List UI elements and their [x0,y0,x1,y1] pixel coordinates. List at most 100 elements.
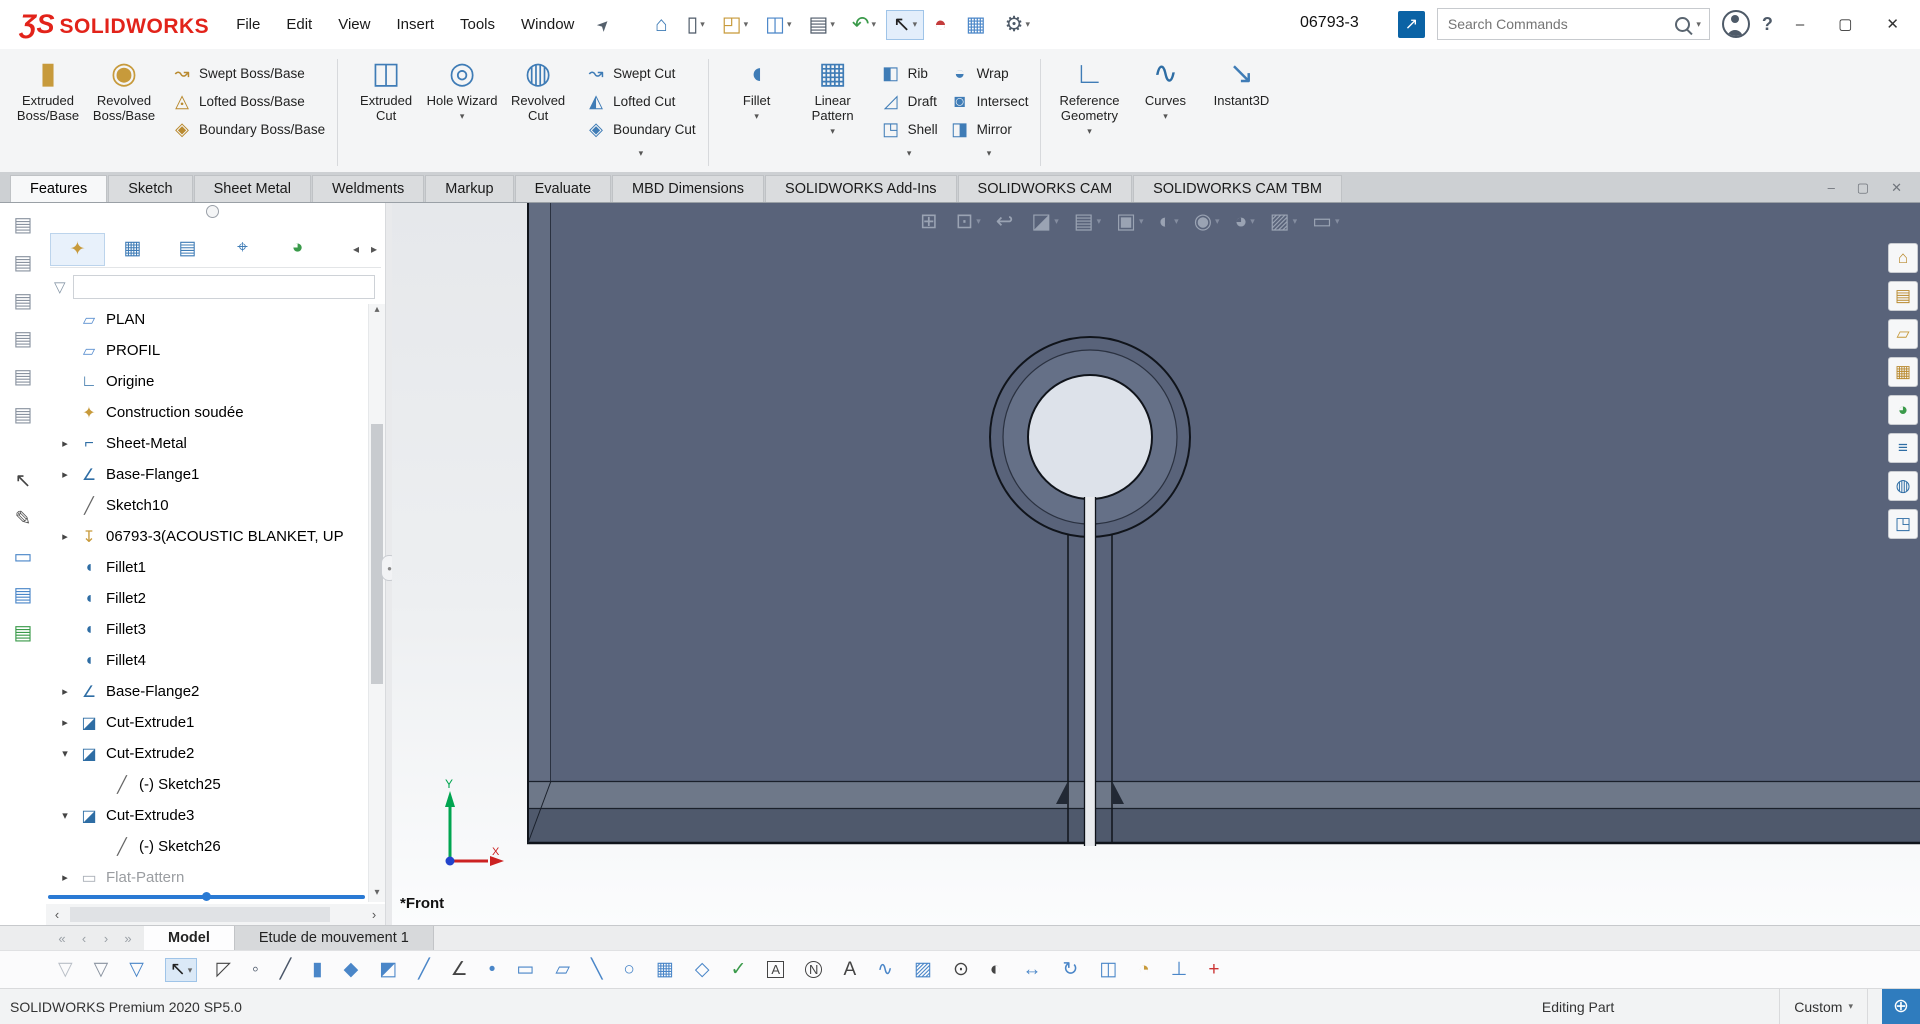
perpendicular-icon[interactable]: ⊥ [1171,960,1190,980]
graphics-viewport[interactable]: ⊞ ⊡ ▾ ↩ ◪ ▾ ▤ ▾ ▣ [392,203,1920,925]
section-view-icon[interactable]: ◪ ▾ [1031,209,1058,234]
last-tab-button[interactable]: » [120,931,136,946]
search-icon[interactable] [1675,17,1690,32]
lofted-cut-button[interactable]: ◭ Lofted Cut [586,91,696,112]
part-bevel-band[interactable] [527,781,1920,808]
tree-vertical-scrollbar[interactable]: ▴ ▾ [368,304,385,902]
origin-marker-icon[interactable]: + [1208,960,1221,980]
selection-filter-icon[interactable]: ▽ [58,960,75,980]
help-icon[interactable]: ? [1762,14,1773,35]
box-select-icon[interactable]: ◸ [216,960,233,980]
tab-weldments[interactable]: Weldments [312,175,424,202]
center-rectangle-icon[interactable]: ◆ [344,960,361,980]
polygon-icon[interactable]: ◇ [695,960,712,980]
filter-faces-icon[interactable]: ▽ [129,960,146,980]
curves-button[interactable]: ∿ Curves ▾ [1127,53,1203,136]
part-left-flange[interactable] [527,203,550,781]
keyhole-bore[interactable] [1028,375,1152,499]
display-style-icon[interactable]: ◐ ▾ [1158,210,1178,234]
swept-boss-base-button[interactable]: ↝ Swept Boss/Base [172,63,325,84]
view-settings-icon[interactable]: ▭ ▾ [1312,209,1339,234]
tab-solidworks-cam[interactable]: SOLIDWORKS CAM [958,175,1133,202]
wrap-button[interactable]: ◒ Wrap [950,63,1029,84]
feature-fillet1[interactable]: ◖ Fillet1 [46,552,368,583]
rotate-entities-icon[interactable]: ↻ [1062,960,1080,980]
balloon-icon[interactable]: N [805,961,824,978]
column-dropdown-caret-icon[interactable]: ▾ [881,148,938,159]
centerline-icon[interactable]: ╱ [418,960,431,980]
feature-fillet2[interactable]: ◖ Fillet2 [46,583,368,614]
draft-button[interactable]: ◿ Draft [881,91,938,112]
select-arrow-icon[interactable]: ↖ ▾ [886,10,924,40]
sketch-text-icon[interactable]: A [843,960,858,980]
forum-icon[interactable]: ◍ [1888,471,1918,501]
menu-tools[interactable]: Tools [447,9,508,40]
panel-collapse-handle[interactable] [206,205,219,218]
filter-funnel-icon[interactable]: ▽ [54,278,66,296]
rebuild-traffic-light-icon[interactable]: ◓ [927,10,956,40]
undo-icon[interactable]: ↶ ▾ [845,10,883,40]
appearances-scenes-icon[interactable]: ◕ [1888,395,1918,425]
extruded-boss-base-button[interactable]: ▮ Extruded Boss/Base [10,53,86,136]
menu-view[interactable]: View [325,9,383,40]
new-document-icon[interactable]: ▯ ▾ [680,10,712,40]
feature-cut-extrude3[interactable]: ▾ ◪ Cut-Extrude3 [46,800,368,831]
feature-fillet3[interactable]: ◖ Fillet3 [46,614,368,645]
rectangle-icon[interactable]: ▭ [516,960,536,980]
options-gear-icon[interactable]: ⚙ ▾ [998,10,1037,40]
zoom-to-area-icon[interactable]: ⊡ ▾ [956,209,981,234]
tab-sheet-metal[interactable]: Sheet Metal [194,175,311,202]
boundary-cut-button[interactable]: ◈ Boundary Cut [586,119,696,140]
pin-menu-icon[interactable]: ➤ [593,14,615,36]
move-entities-icon[interactable]: ↔ [1022,960,1043,980]
doc-restore-button[interactable]: ▢ [1857,180,1869,196]
clipboard-blue-icon[interactable]: ▤ [14,585,33,605]
feature-base-flange2[interactable]: ▸ ∠ Base-Flange2 [46,676,368,707]
feature-plan[interactable]: ▱ PLAN [46,304,368,335]
expand-arrow-icon[interactable]: ▸ [58,716,72,729]
expand-arrow-icon[interactable]: ▸ [58,530,72,543]
configurationmanager-tab[interactable]: ▤ [160,233,215,266]
apply-scene-icon[interactable]: ▨ ▾ [1270,209,1297,234]
zoom-icon[interactable]: ⊙ [953,960,971,980]
home-icon[interactable]: ⌂ [648,10,677,40]
scroll-up-icon[interactable]: ▴ [369,304,385,319]
tab-scroll-right-icon[interactable]: ▸ [371,242,377,256]
scrollbar-thumb[interactable] [70,907,330,922]
point-icon[interactable]: • [489,960,498,980]
propertymanager-tab[interactable]: ▦ [105,233,160,266]
part-model[interactable] [527,203,1920,846]
pointer-icon[interactable]: ↖ [15,471,32,491]
feature-cut-extrude1[interactable]: ▸ ◪ Cut-Extrude1 [46,707,368,738]
fillet-button[interactable]: ◖ Fillet ▾ [719,53,795,136]
feature-fillet4[interactable]: ◖ Fillet4 [46,645,368,676]
expand-arrow-icon[interactable]: ▸ [58,685,72,698]
hole-wizard-button[interactable]: ◎ Hole Wizard ▾ [424,53,500,136]
feature-construction-soudee[interactable]: ✦ Construction soudée [46,397,368,428]
3d-drawing-view-icon[interactable]: ▤ ▾ [1074,209,1101,234]
column-dropdown-caret-icon[interactable]: ▾ [586,148,696,159]
swept-cut-button[interactable]: ↝ Swept Cut [586,63,696,84]
sketch-box-icon[interactable]: ◩ [379,960,399,980]
account-icon[interactable] [1722,10,1750,38]
feature-derived-part-06793-3[interactable]: ▸ ↧ 06793-3(ACOUSTIC BLANKET, UP [46,521,368,552]
appearance-ball-icon[interactable]: ◔ [1138,960,1151,980]
previous-view-icon[interactable]: ↩ [996,209,1017,234]
clipboard-green-icon[interactable]: ▤ [14,623,33,643]
solidworks-resources-icon[interactable]: ⌂ [1888,243,1918,273]
expand-arrow-icon[interactable]: ▾ [58,809,72,822]
mirror-button[interactable]: ◨ Mirror [950,119,1029,140]
clipboard-icon[interactable]: ▤ [14,367,33,387]
shell-button[interactable]: ◳ Shell [881,119,938,140]
reference-geometry-button[interactable]: ∟ Reference Geometry ▾ [1051,53,1127,136]
feature-sketch26[interactable]: ╱ (-) Sketch26 [46,831,368,862]
rib-button[interactable]: ◧ Rib [881,63,938,84]
feature-sketch10[interactable]: ╱ Sketch10 [46,490,368,521]
column-dropdown-caret-icon[interactable]: ▾ [950,148,1029,159]
linear-sketch-pattern-icon[interactable]: ▦ [656,960,676,980]
search-input[interactable] [1446,15,1669,33]
doc-close-button[interactable]: ✕ [1891,180,1902,196]
monitor-icon[interactable]: ▭ [14,547,33,567]
area-hatch-icon[interactable]: ▨ [914,960,934,980]
marketplace-icon[interactable]: ◳ [1888,509,1918,539]
